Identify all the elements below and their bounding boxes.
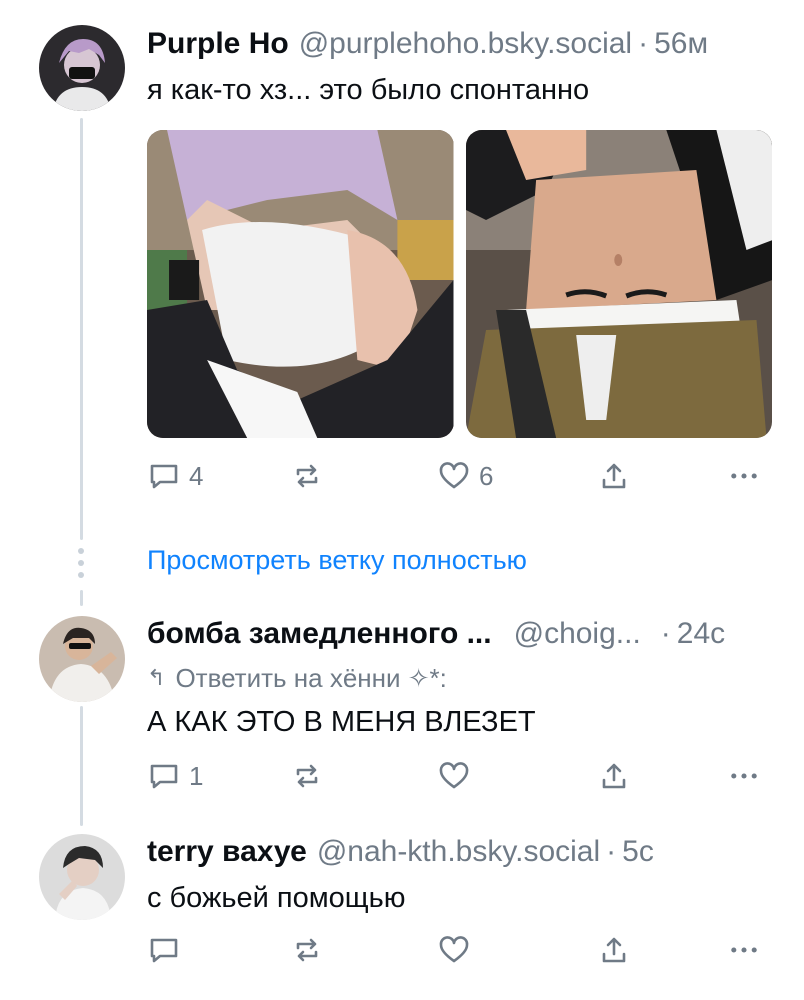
reply-to-text: Ответить на хённи ✧*: <box>175 663 447 693</box>
view-full-thread-link[interactable]: Просмотреть ветку полностью <box>147 542 527 578</box>
repost-arrows-icon <box>290 759 324 793</box>
avatar[interactable] <box>39 25 125 111</box>
share-upload-icon <box>597 459 631 493</box>
author-name[interactable]: Purple Ho <box>147 26 289 62</box>
reply-arrow-icon: ↰ <box>147 665 166 690</box>
author-handle[interactable]: @nah-kth.bsky.social <box>317 834 600 870</box>
heart-icon <box>437 459 471 493</box>
post-actions: 4 6 <box>147 458 772 494</box>
post-time[interactable]: 56м <box>654 26 708 62</box>
share-upload-icon <box>597 759 631 793</box>
heart-icon <box>437 933 471 967</box>
reply-count: 1 <box>189 760 204 791</box>
separator-dot: · <box>606 835 617 868</box>
reply-button[interactable]: 4 <box>147 458 203 494</box>
post-bomb[interactable]: бомба замедленного ... @choig... · 24с ↰… <box>0 600 804 815</box>
post-header: бомба замедленного ... @choig... · 24с <box>147 616 725 652</box>
post-text: с божьей помощью <box>147 882 406 914</box>
more-button[interactable] <box>727 932 761 968</box>
speech-bubble-icon <box>147 759 181 793</box>
repost-button[interactable] <box>290 758 332 794</box>
more-dots-icon <box>727 459 761 493</box>
author-name[interactable]: terry вахуе <box>147 834 307 870</box>
thread-gap-dots <box>78 548 85 584</box>
post-text: А КАК ЭТО В МЕНЯ ВЛЕЗЕТ <box>147 706 536 738</box>
share-upload-icon <box>597 933 631 967</box>
repost-button[interactable] <box>290 932 332 968</box>
separator-dot: · <box>638 27 649 60</box>
more-button[interactable] <box>727 758 761 794</box>
post-actions: 1 <box>147 758 772 794</box>
more-dots-icon <box>727 933 761 967</box>
reply-count: 4 <box>189 460 204 491</box>
post-images <box>147 130 772 438</box>
like-button[interactable] <box>437 758 479 794</box>
like-button[interactable]: 6 <box>437 458 493 494</box>
repost-button[interactable] <box>290 458 332 494</box>
reply-button[interactable]: 1 <box>147 758 203 794</box>
like-count: 6 <box>479 460 494 491</box>
heart-icon <box>437 759 471 793</box>
post-image-1[interactable] <box>147 130 454 438</box>
avatar[interactable] <box>39 834 125 920</box>
reply-button[interactable] <box>147 932 189 968</box>
speech-bubble-icon <box>147 459 181 493</box>
post-purple-ho[interactable]: Purple Ho @purplehoho.bsky.social · 56м … <box>0 0 804 530</box>
share-button[interactable] <box>597 458 631 494</box>
avatar[interactable] <box>39 616 125 702</box>
share-button[interactable] <box>597 932 631 968</box>
reply-to-label[interactable]: ↰ Ответить на хённи ✧*: <box>147 662 447 694</box>
repost-arrows-icon <box>290 459 324 493</box>
post-actions <box>147 932 772 968</box>
post-time[interactable]: 24с <box>677 616 725 652</box>
post-terry[interactable]: terry вахуе @nah-kth.bsky.social · 5с с … <box>0 820 804 1000</box>
post-text: я как-то хз... это было спонтанно <box>147 74 590 106</box>
post-header: terry вахуе @nah-kth.bsky.social · 5с <box>147 834 654 870</box>
separator-dot: · <box>660 617 671 650</box>
like-button[interactable] <box>437 932 479 968</box>
post-header: Purple Ho @purplehoho.bsky.social · 56м <box>147 26 708 62</box>
more-dots-icon <box>727 759 761 793</box>
author-name[interactable]: бомба замедленного ... <box>147 616 492 652</box>
repost-arrows-icon <box>290 933 324 967</box>
post-time[interactable]: 5с <box>622 834 654 870</box>
author-handle[interactable]: @purplehoho.bsky.social <box>299 26 632 62</box>
post-image-2[interactable] <box>465 130 772 438</box>
speech-bubble-icon <box>147 933 181 967</box>
more-button[interactable] <box>727 458 761 494</box>
author-handle[interactable]: @choig... <box>514 616 641 652</box>
share-button[interactable] <box>597 758 631 794</box>
